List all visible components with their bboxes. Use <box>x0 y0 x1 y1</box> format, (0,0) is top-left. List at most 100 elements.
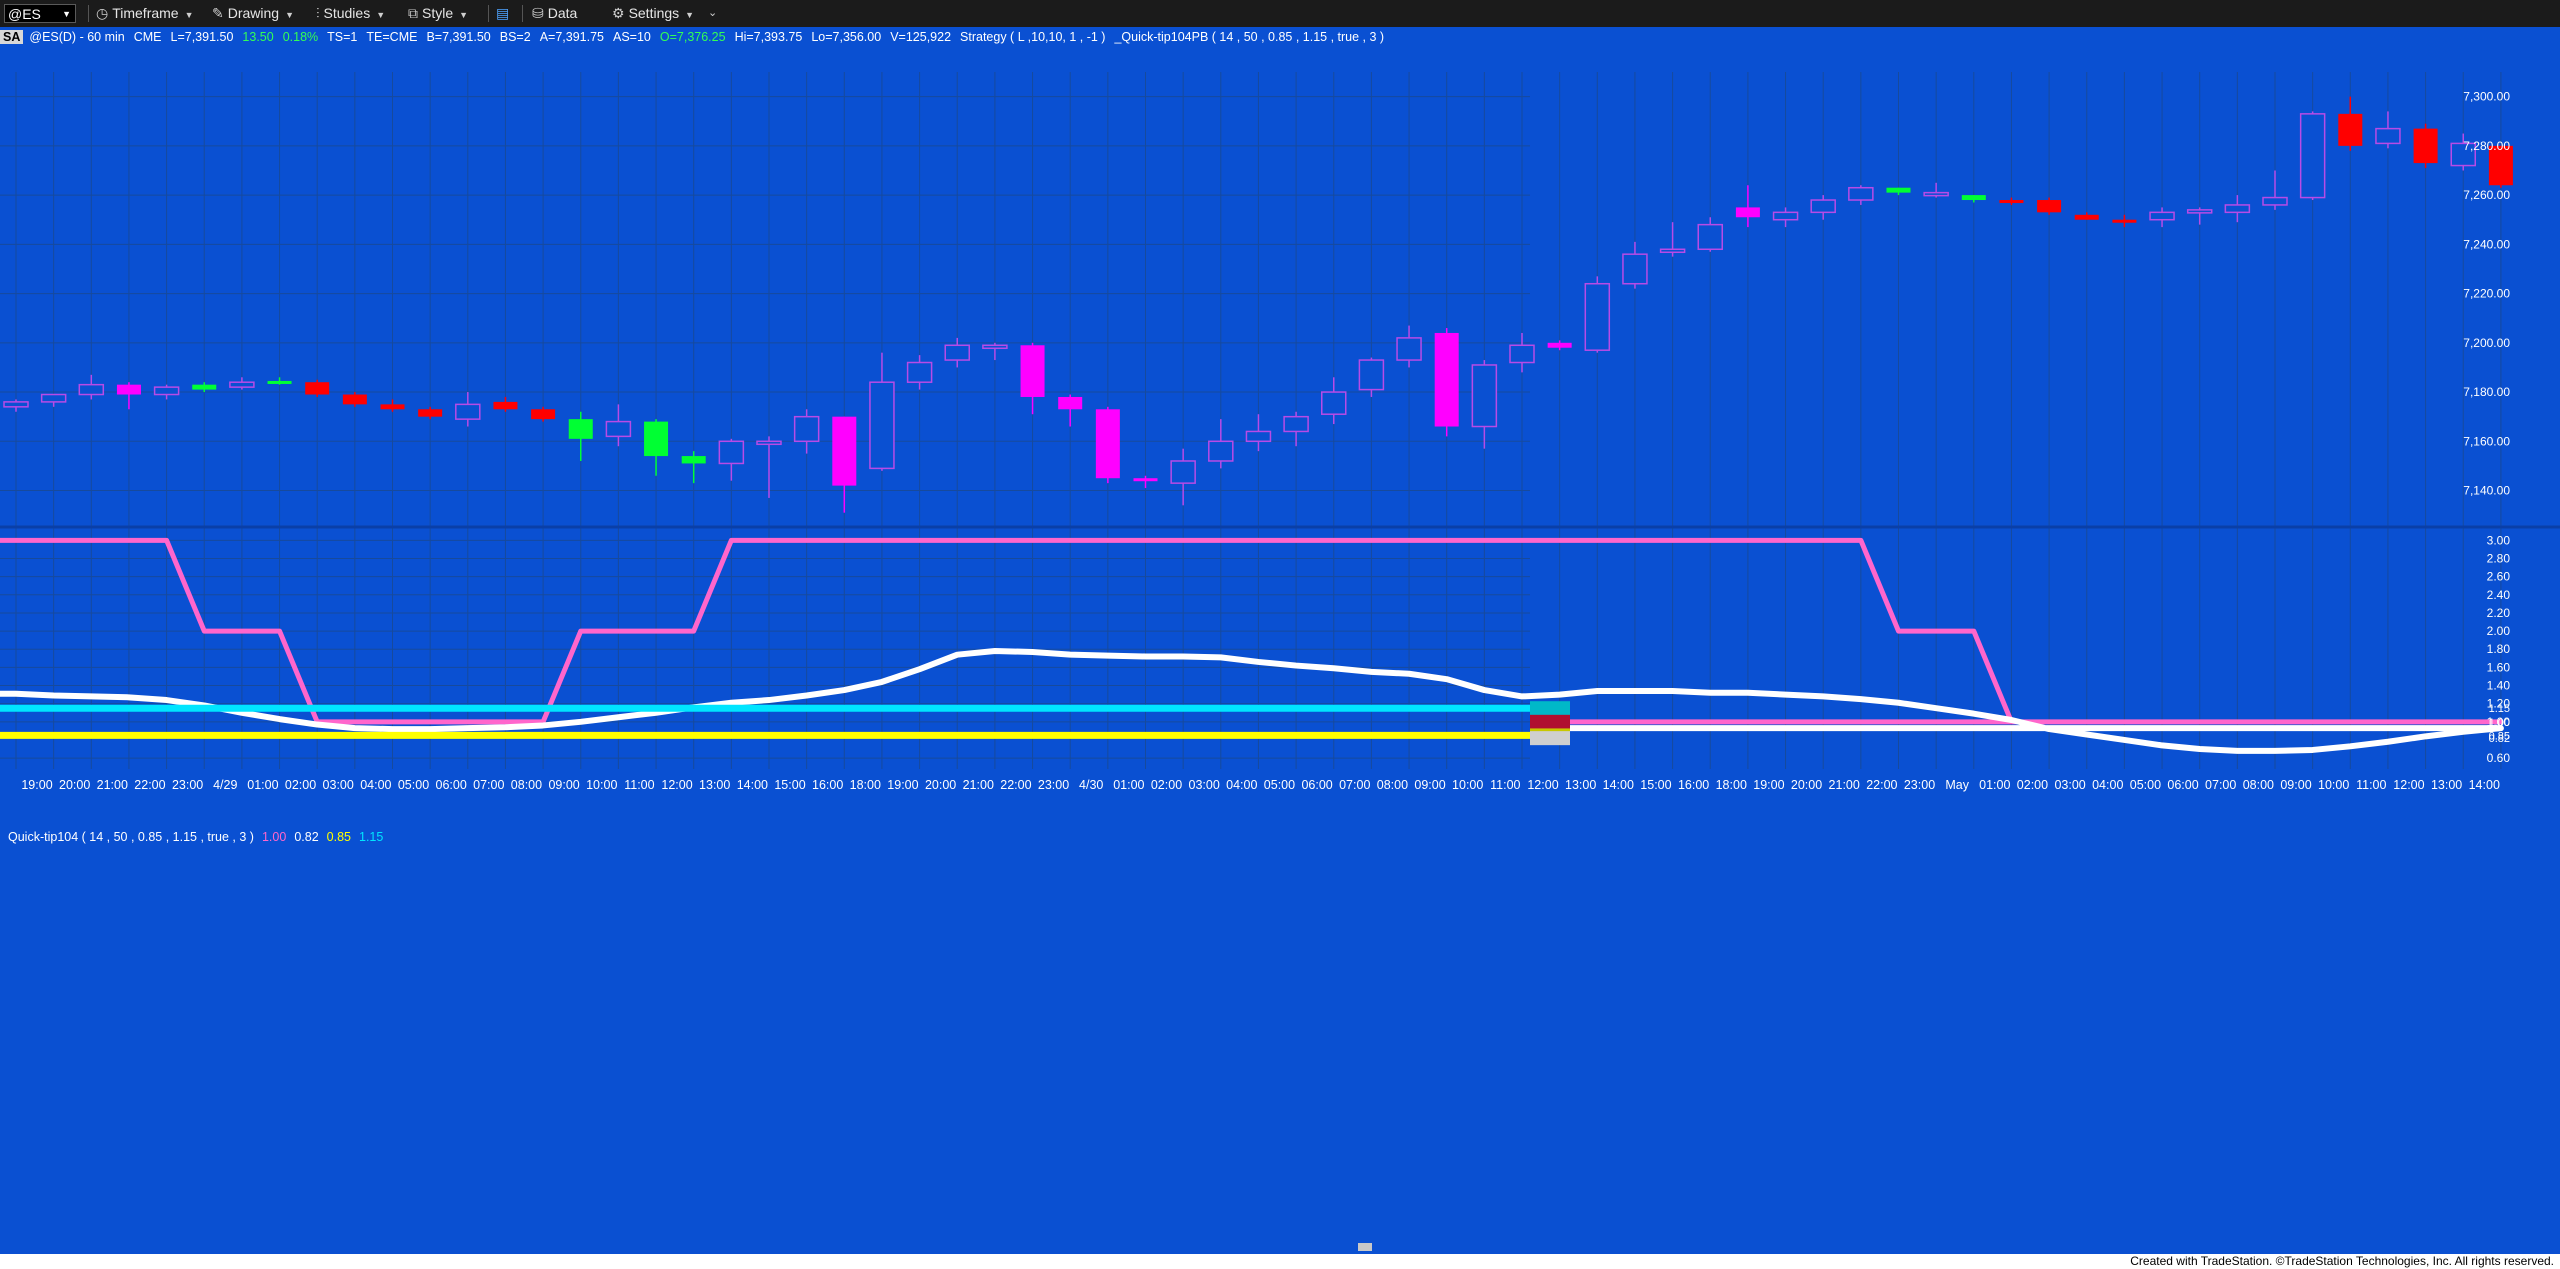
candle <box>1547 340 1572 351</box>
time-tick-label: 02:00 <box>2017 778 2048 792</box>
candle <box>116 382 141 410</box>
copyright-text: Created with TradeStation. ©TradeStation… <box>2130 1254 2554 1268</box>
candle-body <box>2299 113 2326 199</box>
data-label: Data <box>547 5 578 21</box>
axis-marker-box <box>1530 731 1570 746</box>
candle <box>40 393 67 407</box>
clock-icon: ◷ <box>96 5 109 21</box>
studies-button[interactable]: ⫶ Studies ▼ <box>316 4 385 23</box>
overflow-icon[interactable]: ⌄ <box>708 4 717 23</box>
toolbar: @ES ▼ ◷ Timeframe ▼ ✎ Drawing ▼ ⫶ Studies ▼ ⧉ S… <box>0 0 2560 27</box>
candle <box>2186 207 2213 225</box>
indicator-tick-label: 1.80 <box>2487 642 2511 656</box>
price-tick-label: 7,180.00 <box>2463 385 2510 399</box>
paintbar-label[interactable]: _Quick-tip104PB ( 14 , 50 , 0.85 , 1.15 … <box>1114 30 1384 44</box>
candle <box>2338 96 2363 151</box>
timeframe-button[interactable]: ◷ Timeframe ▼ <box>96 4 194 23</box>
open-label: O=7,376.25 <box>659 30 726 44</box>
time-tick-label: 22:00 <box>1000 778 1031 792</box>
candle <box>1999 197 2024 205</box>
candle-body <box>605 420 632 438</box>
candle <box>455 392 481 427</box>
time-tick-label: 20:00 <box>59 778 90 792</box>
candle <box>267 377 292 385</box>
candle-body <box>2112 219 2137 223</box>
candle-body <box>1471 364 1498 428</box>
layout-toggle-button[interactable]: ▤ <box>496 4 513 23</box>
time-tick-label: 23:00 <box>1038 778 1069 792</box>
time-tick-label: 07:00 <box>1339 778 1370 792</box>
time-tick-label: 14:00 <box>737 778 768 792</box>
time-tick-label: 11:00 <box>2356 778 2386 792</box>
time-tick-label: 06:00 <box>436 778 467 792</box>
candle <box>153 384 180 400</box>
candle-body <box>1058 396 1083 410</box>
candle <box>1772 207 1799 228</box>
ask-size-label: AS=10 <box>612 30 651 44</box>
candle-body <box>267 380 292 384</box>
price-tick-label: 7,140.00 <box>2463 484 2510 498</box>
candle <box>2112 214 2137 228</box>
candle-body <box>2149 211 2175 221</box>
data-icon: ⛁ <box>532 5 544 21</box>
candle-body <box>568 419 593 439</box>
axis-marker-label: 1.15 <box>2489 703 2510 715</box>
candle <box>1923 182 1949 198</box>
candle-body <box>229 381 255 388</box>
time-tick-label: 09:00 <box>2280 778 2311 792</box>
time-tick-label: 15:00 <box>1640 778 1671 792</box>
candle-body <box>1245 430 1272 443</box>
last-price: L=7,391.50 <box>170 30 234 44</box>
candle <box>1622 241 1648 289</box>
time-tick-label: 06:00 <box>1301 778 1332 792</box>
symbol-selector[interactable]: @ES ▼ <box>4 4 76 23</box>
time-tick-label: 18:00 <box>1716 778 1747 792</box>
candle <box>1848 185 1874 205</box>
price-tick-label: 7,220.00 <box>2463 287 2510 301</box>
candle-body <box>1923 191 1949 197</box>
studies-label: Studies <box>323 5 371 21</box>
candle-body <box>192 384 217 390</box>
candle-body <box>1999 200 2024 204</box>
candle <box>2037 197 2062 215</box>
time-tick-label: 05:00 <box>1264 778 1295 792</box>
data-button[interactable]: ⛁ Data <box>532 4 577 23</box>
bid-label: B=7,391.50 <box>426 30 491 44</box>
symbol-label: @ES(D) - 60 min <box>29 30 125 44</box>
candle-body <box>1095 409 1120 479</box>
candle <box>1396 325 1422 368</box>
candle <box>493 396 518 412</box>
candle <box>418 406 443 420</box>
candle <box>1020 342 1045 415</box>
candle-body <box>718 440 745 465</box>
scrollbar-thumb[interactable] <box>1358 1243 1372 1251</box>
layout-icon: ▤ <box>496 5 510 21</box>
style-button[interactable]: ⧉ Style ▼ <box>408 4 468 23</box>
drawing-button[interactable]: ✎ Drawing ▼ <box>212 4 294 23</box>
time-tick-label: 10:00 <box>2318 778 2349 792</box>
candle <box>906 355 933 390</box>
candle-body <box>1961 195 1986 201</box>
candle-body <box>2186 209 2213 214</box>
candle <box>2375 111 2401 149</box>
settings-button[interactable]: ⚙ Settings ▼ <box>612 4 694 23</box>
candle-body <box>2037 200 2062 213</box>
sa-badge[interactable]: SA <box>0 30 24 44</box>
candle-body <box>1810 199 1836 214</box>
candle <box>342 392 367 407</box>
candle <box>1509 332 1535 373</box>
time-tick-label: 01:00 <box>1979 778 2010 792</box>
candle <box>1584 276 1611 353</box>
candle <box>2074 212 2099 220</box>
indicator-tick-label: 1.40 <box>2487 679 2511 693</box>
settings-label: Settings <box>628 5 680 21</box>
chart-area[interactable]: 7,140.00 7,160.00 7,180.00 7,200.00 7,220.00… <box>0 27 2560 1254</box>
time-tick-label: May <box>1945 778 1969 792</box>
time-tick-label: 08:00 <box>2243 778 2274 792</box>
time-tick-label: 10:00 <box>586 778 617 792</box>
indicator-name[interactable]: Quick-tip104 ( 14 , 50 , 0.85 , 1.15 , t… <box>8 830 254 844</box>
candle <box>1697 217 1723 252</box>
candle <box>1886 187 1911 196</box>
candle-body <box>3 401 29 408</box>
strategy-label[interactable]: Strategy ( L ,10,10, 1 , -1 ) <box>960 30 1105 44</box>
